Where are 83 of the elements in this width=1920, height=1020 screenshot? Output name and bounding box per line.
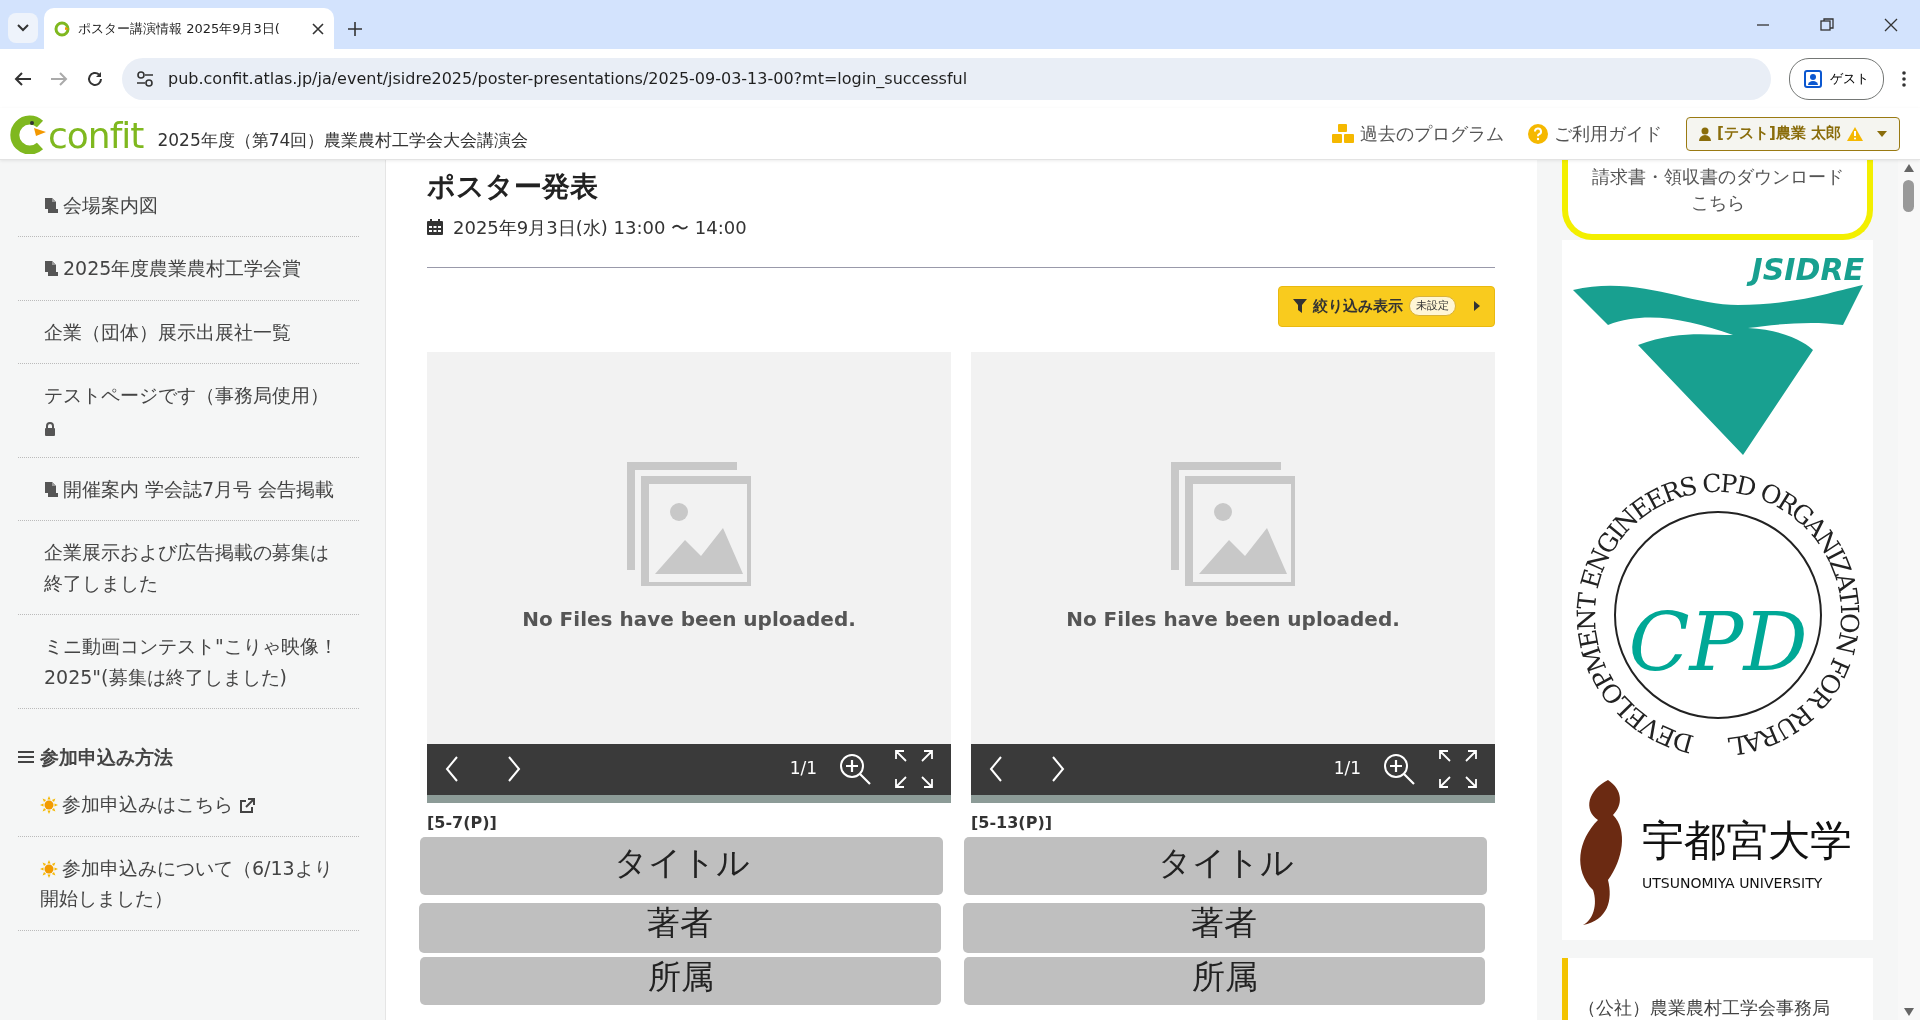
scrollbar[interactable] bbox=[1898, 160, 1920, 1020]
caret-right-icon bbox=[1474, 301, 1480, 312]
user-menu-button[interactable]: [テスト]農業 太郎 bbox=[1686, 116, 1900, 151]
scroll-up-icon bbox=[1904, 164, 1914, 172]
pdf-file-icon bbox=[44, 481, 59, 499]
pdf-file-icon bbox=[44, 198, 59, 215]
person-icon bbox=[1699, 126, 1712, 141]
poster-number: [5-7(P)] bbox=[427, 811, 498, 834]
browser-tab[interactable]: ポスター講演情報 2025年9月3日( bbox=[44, 8, 334, 49]
caret-down-icon bbox=[1877, 130, 1887, 137]
close-icon bbox=[1883, 16, 1899, 33]
page-title: ポスター発表 bbox=[427, 170, 599, 204]
menu-icon[interactable] bbox=[1902, 70, 1906, 87]
tab-list-button[interactable] bbox=[8, 13, 38, 43]
affiliation-box: 所属 bbox=[964, 956, 1485, 1005]
header-link[interactable]: ご利用ガイド bbox=[1528, 120, 1663, 147]
scroll-down-icon bbox=[1904, 1008, 1914, 1016]
filter-status: 未設定 bbox=[1409, 295, 1456, 317]
boxes-icon bbox=[1332, 123, 1355, 144]
profile-button[interactable]: ゲスト bbox=[1789, 57, 1884, 100]
scrollbar-thumb[interactable] bbox=[1903, 180, 1914, 212]
fullscreen-icon[interactable] bbox=[1439, 750, 1477, 789]
plus-icon bbox=[348, 21, 362, 36]
author-box: 著者 bbox=[963, 902, 1485, 953]
minimize-icon bbox=[1755, 23, 1771, 26]
office-name: （公社）農業農村工学会事務局 bbox=[1562, 958, 1873, 1020]
sidebar-link[interactable]: ミニ動画コンテスト"こりゃ映像！2025"(募集は終了しました) bbox=[18, 615, 359, 709]
sidebar-link[interactable]: 企業展示および広告掲載の募集は終了しました bbox=[18, 521, 359, 616]
sidebar-link[interactable]: 2025年度農業農村工学会賞 bbox=[18, 237, 359, 301]
close-icon[interactable] bbox=[312, 22, 324, 35]
pdf-file-icon bbox=[44, 261, 59, 279]
reload-icon[interactable] bbox=[86, 69, 104, 88]
title-box: タイトル bbox=[964, 836, 1487, 895]
page-counter: 1/1 bbox=[1333, 757, 1361, 781]
favicon-icon bbox=[54, 20, 70, 37]
address-bar[interactable]: pub.confit.atlas.jp/ja/event/jsidre2025/poster-presentations/2025-09-03-13-00?mt=login_successful bbox=[122, 57, 1771, 100]
zoom-in-icon[interactable] bbox=[839, 753, 871, 786]
filter-icon bbox=[1293, 299, 1307, 314]
registration-banner[interactable]: 請求書・領収書のダウンロード こちら bbox=[1562, 160, 1873, 241]
section-heading: 参加申込み方法 bbox=[40, 744, 173, 770]
sidebar-link[interactable]: 参加申込みはこちら bbox=[18, 773, 359, 837]
calendar-icon bbox=[427, 219, 443, 236]
chevron-right-icon[interactable] bbox=[507, 756, 521, 783]
header-link[interactable]: 過去のプログラム bbox=[1332, 120, 1505, 147]
zoom-in-icon[interactable] bbox=[1383, 753, 1415, 786]
banner-text: 請求書・領収書のダウンロード bbox=[1590, 165, 1845, 189]
empty-message: No Files have been uploaded. bbox=[1066, 605, 1400, 633]
external-link-icon bbox=[239, 798, 255, 815]
back-icon[interactable] bbox=[14, 70, 32, 87]
filter-button[interactable]: 絞り込み表示 未設定 bbox=[1278, 285, 1495, 327]
sidebar-link[interactable]: 会場案内図 bbox=[18, 174, 359, 238]
lock-icon bbox=[44, 421, 56, 436]
chevron-left-icon[interactable] bbox=[445, 756, 459, 783]
sidebar-link[interactable]: テストページです（事務局使用） bbox=[18, 364, 359, 458]
sidebar-link[interactable]: 開催案内 学会誌7月号 会告掲載 bbox=[18, 457, 359, 522]
affiliation-box: 所属 bbox=[420, 956, 941, 1005]
site-settings-icon[interactable] bbox=[136, 70, 154, 87]
person-icon bbox=[1804, 69, 1822, 88]
sun-icon bbox=[40, 859, 58, 878]
help-icon bbox=[1528, 123, 1549, 144]
chevron-down-icon bbox=[17, 24, 29, 32]
page-counter: 1/1 bbox=[789, 757, 817, 781]
empty-message: No Files have been uploaded. bbox=[522, 605, 856, 633]
fullscreen-icon[interactable] bbox=[895, 750, 933, 789]
restore-icon bbox=[1819, 16, 1835, 33]
poster-number: [5-13(P)] bbox=[971, 811, 1053, 834]
sidebar-link[interactable]: 企業（団体）展示出展社一覧 bbox=[18, 300, 359, 365]
author-box: 著者 bbox=[419, 902, 941, 953]
chevron-right-icon[interactable] bbox=[1051, 756, 1065, 783]
sun-icon bbox=[40, 796, 58, 815]
url-text: pub.confit.atlas.jp/ja/event/jsidre2025/poster-presentations/2025-09-03-13-00?mt=login_successful bbox=[168, 67, 968, 90]
banner-text: こちら bbox=[1689, 191, 1746, 216]
session-date: 2025年9月3日(水) 13:00 〜 14:00 bbox=[453, 215, 747, 240]
university-logo[interactable]: 宇都宮大学 UTSUNOMIYA UNIVERSITY bbox=[1567, 770, 1868, 931]
image-placeholder-icon bbox=[1171, 461, 1295, 586]
image-placeholder-icon bbox=[627, 461, 751, 586]
chevron-left-icon[interactable] bbox=[989, 756, 1003, 783]
list-icon bbox=[18, 750, 34, 765]
sidebar-link[interactable]: 参加申込みについて（6/13より開始しました） bbox=[18, 836, 359, 931]
duck-icon bbox=[8, 113, 48, 154]
title-box: タイトル bbox=[420, 836, 943, 895]
event-title: 2025年度（第74回）農業農村工学会大会講演会 bbox=[157, 128, 529, 152]
tab-title: ポスター講演情報 2025年9月3日( bbox=[78, 19, 281, 38]
